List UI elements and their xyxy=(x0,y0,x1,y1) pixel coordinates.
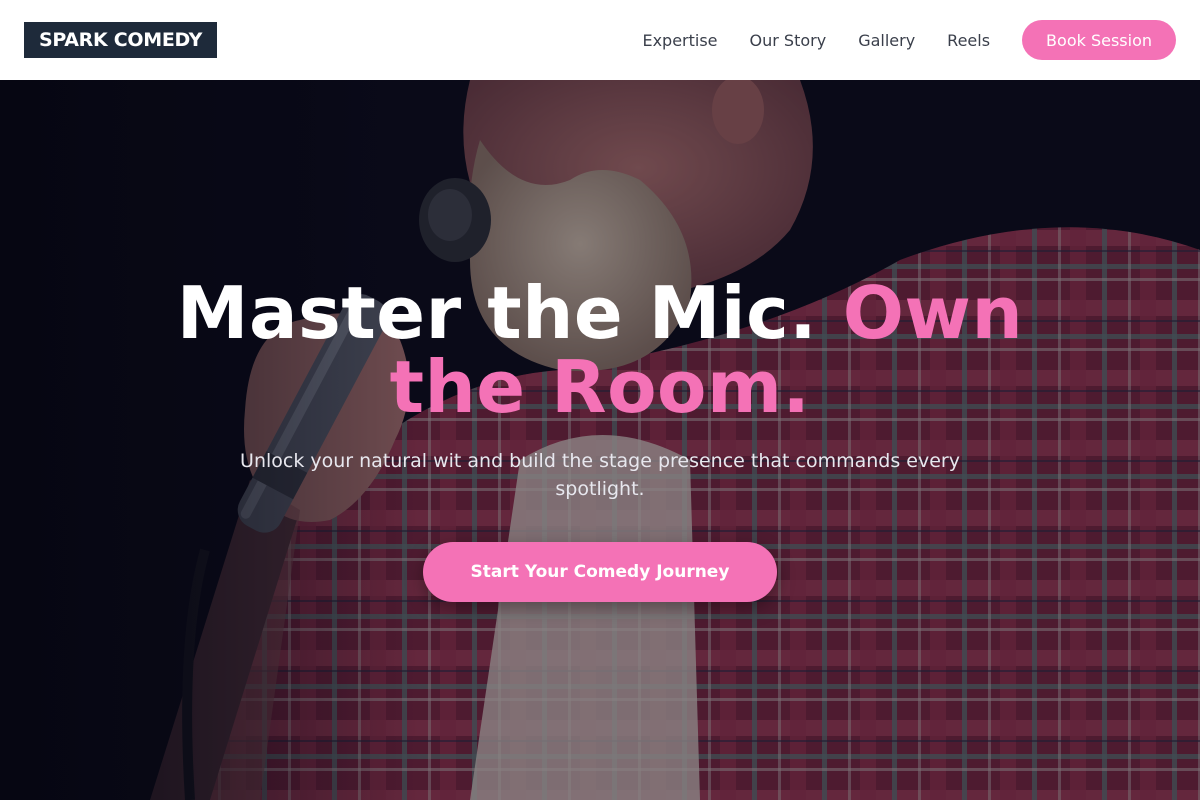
hero-section: Master the Mic. Own the Room. Unlock you… xyxy=(0,80,1200,800)
main-nav: Expertise Our Story Gallery Reels Book S… xyxy=(642,20,1176,60)
nav-link-our-story[interactable]: Our Story xyxy=(750,31,827,50)
book-session-button[interactable]: Book Session xyxy=(1022,20,1176,60)
start-journey-button[interactable]: Start Your Comedy Journey xyxy=(423,542,777,602)
site-header: SPARK COMEDY Expertise Our Story Gallery… xyxy=(0,0,1200,80)
nav-link-expertise[interactable]: Expertise xyxy=(642,31,717,50)
brand-logo[interactable]: SPARK COMEDY xyxy=(24,22,218,58)
nav-link-gallery[interactable]: Gallery xyxy=(858,31,915,50)
hero-subtitle: Unlock your natural wit and build the st… xyxy=(240,450,960,500)
hero-title-main: Master the Mic. xyxy=(176,271,843,355)
hero-content: Master the Mic. Own the Room. Unlock you… xyxy=(0,80,1200,800)
hero-title: Master the Mic. Own the Room. xyxy=(150,276,1050,424)
nav-link-reels[interactable]: Reels xyxy=(947,31,990,50)
